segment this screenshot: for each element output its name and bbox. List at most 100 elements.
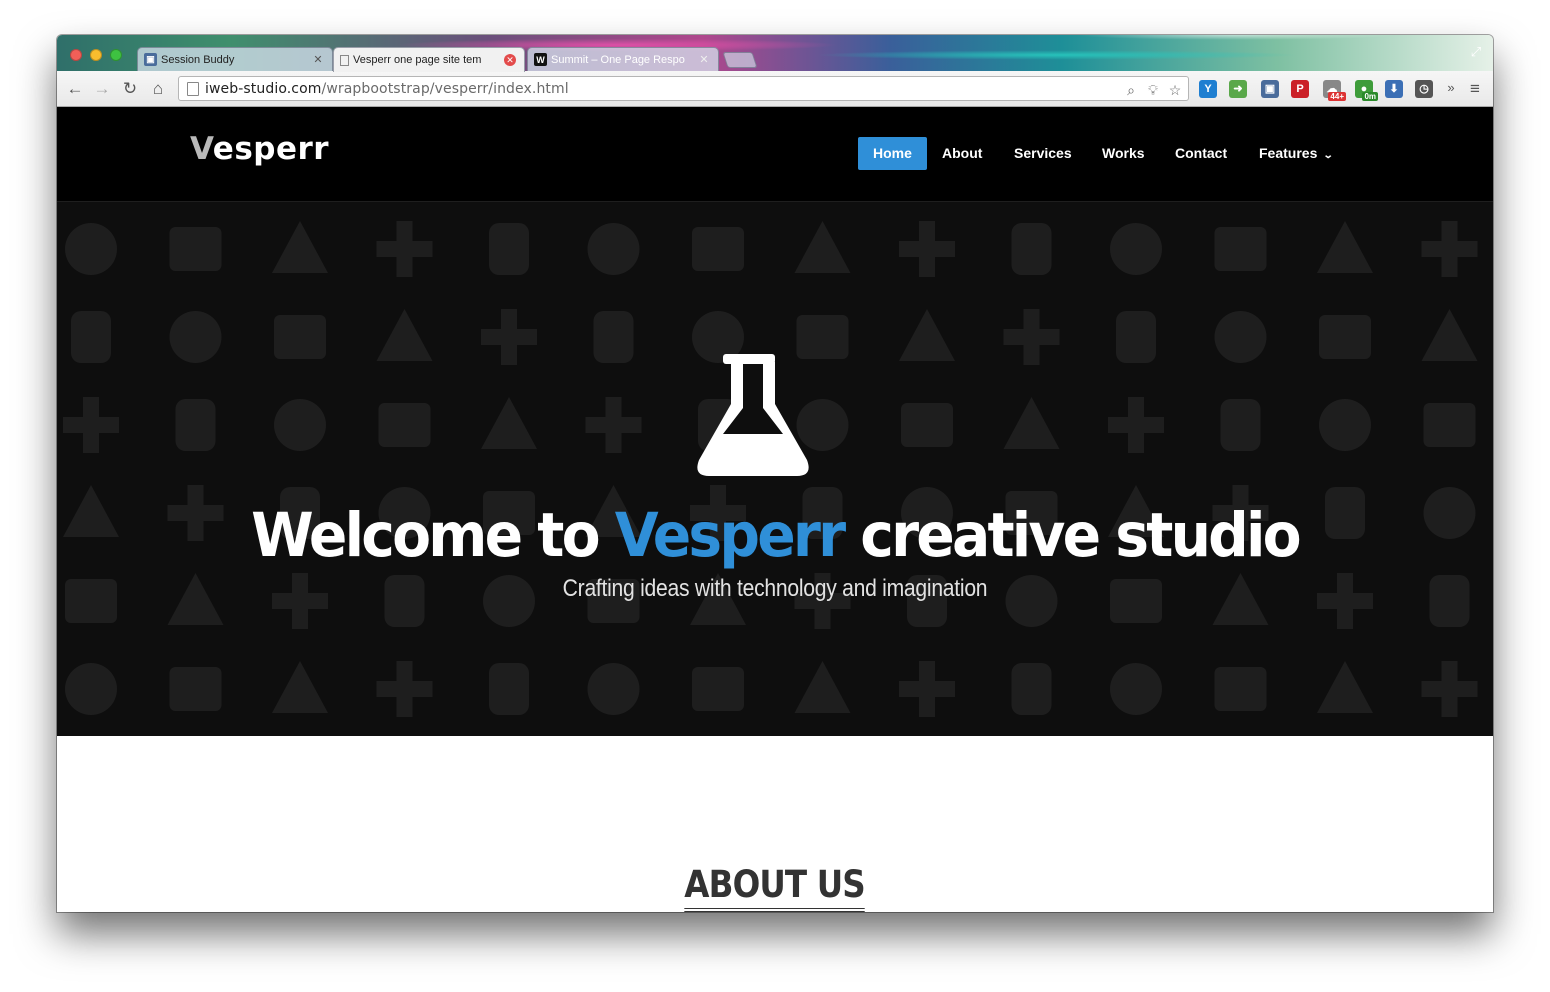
pattern-unlock-icon — [1003, 309, 1060, 365]
pattern-pill-icon — [1214, 667, 1267, 711]
pinterest-icon[interactable]: P — [1291, 80, 1309, 98]
nav-label: Features — [1259, 145, 1318, 161]
address-bar[interactable]: iweb-studio.com/wrapbootstrap/vesperr/in… — [178, 76, 1189, 101]
pattern-unlock-icon — [899, 221, 955, 277]
session-buddy-icon[interactable]: ▣ — [1261, 80, 1279, 98]
tab-title: Session Buddy — [161, 53, 235, 66]
nav-label: Services — [1014, 145, 1072, 161]
hero-section: Welcome to Vesperr creative studio Craft… — [57, 202, 1493, 736]
pattern-medkit-icon — [1317, 221, 1373, 273]
pattern-dumbbell-icon — [1421, 221, 1478, 277]
hero-title-part: creative studio — [843, 500, 1301, 571]
pattern-gear-icon — [272, 221, 328, 273]
more-extensions-icon[interactable]: » — [1441, 78, 1461, 98]
close-tab-icon[interactable]: ✕ — [312, 54, 324, 66]
pattern-dumbbell-icon — [1423, 403, 1476, 447]
download-icon[interactable]: ⬇ — [1385, 80, 1403, 98]
pattern-gear-icon — [63, 397, 119, 453]
browser-tab-vesperr[interactable]: Vesperr one page site tem ✕ — [333, 47, 525, 72]
pattern-cloud-icon — [794, 221, 851, 273]
nav-label: Works — [1102, 145, 1145, 161]
hero-title: Welcome to Vesperr creative studio — [107, 500, 1442, 572]
pattern-dumbbell-icon — [1429, 575, 1470, 627]
pattern-cassette-icon — [489, 223, 529, 275]
nav-label: Home — [873, 145, 912, 161]
pattern-cloud-icon — [794, 661, 851, 713]
maximize-window-button[interactable] — [110, 49, 122, 61]
tab-strip: ▣ Session Buddy ✕ Vesperr one page site … — [57, 35, 1493, 72]
pattern-lock-icon — [1108, 397, 1164, 453]
about-title-text: ABOUT US — [684, 863, 866, 912]
pattern-unlock-icon — [901, 403, 953, 447]
browser-tab-summit[interactable]: W Summit – One Page Respo ✕ — [527, 47, 719, 71]
browser-window: ▣ Session Buddy ✕ Vesperr one page site … — [57, 35, 1493, 912]
extension-badge: 0m — [1362, 92, 1378, 101]
pattern-cassette-icon — [489, 663, 529, 715]
search-page-icon[interactable]: ⌕ — [1122, 81, 1140, 99]
hero-subtitle: Crafting ideas with technology and imagi… — [562, 575, 988, 602]
pattern-cloud-upload-icon — [587, 223, 640, 275]
pattern-dumbbell-icon — [1421, 661, 1478, 717]
pattern-gear-icon — [274, 315, 326, 359]
pattern-medkit-icon — [1319, 399, 1371, 451]
pattern-lock-icon — [1110, 663, 1162, 715]
pattern-gear-icon — [65, 223, 117, 275]
pattern-unlock-icon — [1011, 223, 1052, 275]
extension-badge: 44+ — [1328, 92, 1346, 101]
url-text[interactable]: iweb-studio.com/wrapbootstrap/vesperr/in… — [205, 81, 569, 97]
reload-icon[interactable]: ↻ — [120, 79, 140, 99]
pattern-pill-icon — [1220, 399, 1261, 451]
instapaper-icon[interactable]: Y — [1199, 80, 1217, 98]
cloud-icon[interactable]: ☁ 44+ — [1323, 80, 1346, 101]
menu-icon[interactable]: ≡ — [1465, 79, 1485, 99]
pattern-cloud-download-icon — [692, 227, 744, 271]
home-icon[interactable]: ⌂ — [148, 79, 168, 99]
nav-label: About — [942, 145, 983, 161]
site-logo[interactable]: Vesperr — [190, 131, 329, 167]
forward-icon[interactable]: ➜ — [1229, 80, 1247, 98]
pattern-gear-icon — [65, 663, 117, 715]
nav-contact[interactable]: Contact — [1160, 137, 1242, 170]
browser-tab-session-buddy[interactable]: ▣ Session Buddy ✕ — [137, 47, 333, 71]
url-host: iweb-studio.com — [205, 80, 322, 97]
nav-about[interactable]: About — [927, 137, 997, 170]
tab-title: Vesperr one page site tem — [353, 54, 482, 66]
forward-icon[interactable]: → — [92, 79, 112, 99]
page-favicon-icon — [340, 54, 349, 66]
bookmark-star-icon[interactable]: ☆ — [1166, 81, 1184, 99]
color-wheel-icon[interactable]: ● 0m — [1355, 80, 1378, 101]
hero-title-part: Welcome to — [251, 500, 615, 571]
nav-home[interactable]: Home — [858, 137, 927, 170]
web-page: Vesperr Home About Services Works Contact Fea… — [57, 107, 1493, 912]
pattern-lock-icon — [1116, 311, 1156, 363]
pattern-cloud-upload-icon — [585, 397, 642, 453]
site-header: Vesperr Home About Services Works Contact Fea… — [57, 107, 1493, 202]
session-buddy-favicon-icon: ▣ — [144, 53, 157, 66]
logo-text: esperr — [212, 131, 330, 167]
minimize-window-button[interactable] — [90, 49, 102, 61]
pattern-gear-icon — [274, 399, 326, 451]
nav-services[interactable]: Services — [999, 137, 1087, 170]
new-tab-button[interactable] — [722, 52, 758, 68]
pattern-gear-icon — [71, 311, 111, 363]
nav-features[interactable]: Features ⌄ — [1244, 137, 1348, 170]
pattern-gamepad-icon — [376, 221, 433, 277]
pattern-unlock-icon — [899, 309, 955, 361]
pattern-gamepad-icon — [376, 309, 433, 361]
pattern-cassette-icon — [481, 397, 537, 449]
history-icon[interactable]: ◷ — [1415, 80, 1433, 98]
fullscreen-icon[interactable]: ⤢ — [1469, 45, 1483, 59]
nav-works[interactable]: Works — [1087, 137, 1160, 170]
close-window-button[interactable] — [70, 49, 82, 61]
url-path: /wrapbootstrap/vesperr/index.html — [321, 80, 569, 97]
close-tab-icon[interactable]: ✕ — [504, 54, 516, 66]
pattern-unlock-icon — [1011, 663, 1052, 715]
close-tab-icon[interactable]: ✕ — [698, 54, 710, 66]
lightbulb-icon[interactable]: 💡︎ — [1144, 81, 1162, 99]
pattern-gear-icon — [169, 667, 222, 711]
pattern-gamepad-icon — [378, 403, 431, 447]
pattern-medkit-icon — [1319, 315, 1371, 359]
pattern-gear-icon — [272, 661, 328, 713]
pattern-pill-icon — [1214, 311, 1267, 363]
back-icon[interactable]: ← — [65, 79, 85, 99]
